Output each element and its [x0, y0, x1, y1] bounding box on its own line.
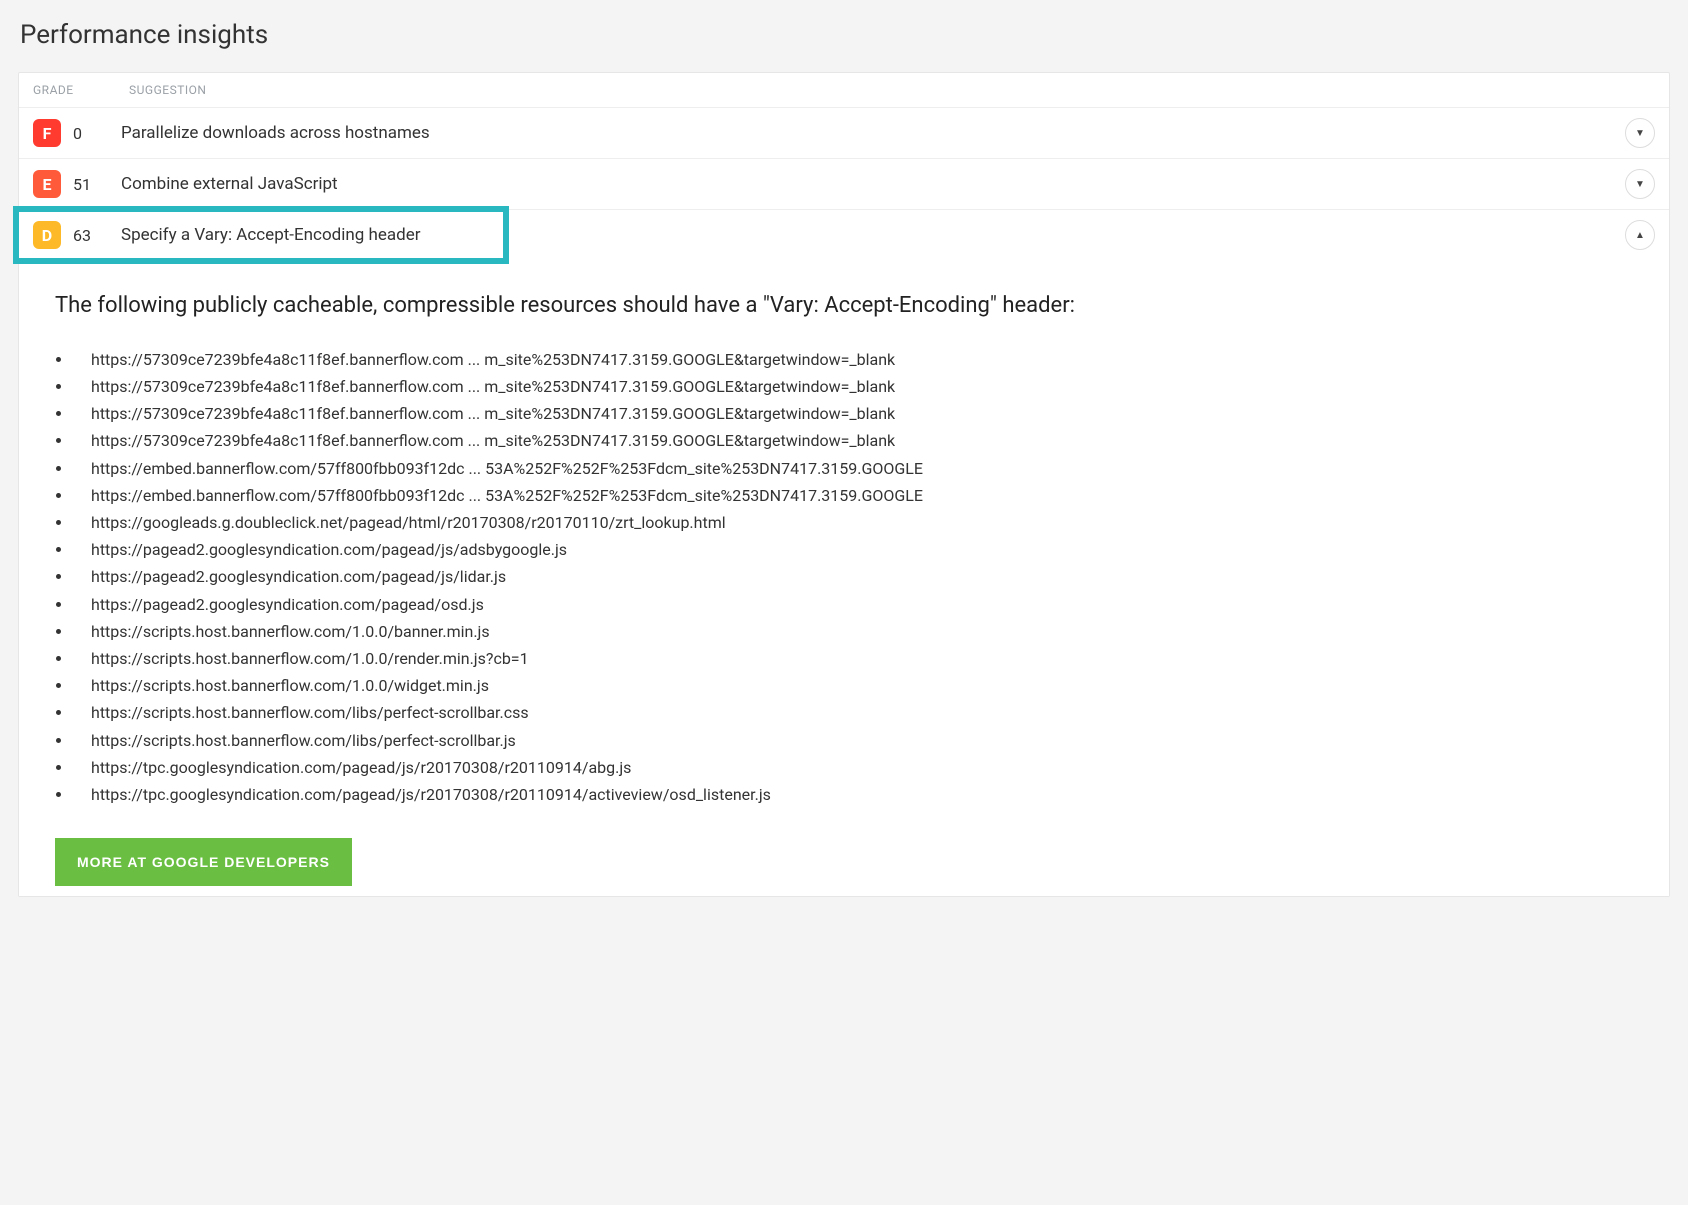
resource-item: https://57309ce7239bfe4a8c11f8ef.bannerf…: [73, 427, 1655, 454]
resource-item: https://pagead2.googlesyndication.com/pa…: [73, 563, 1655, 590]
insight-details: The following publicly cacheable, compre…: [19, 260, 1669, 896]
resource-item: https://scripts.host.bannerflow.com/1.0.…: [73, 645, 1655, 672]
grade-score: 51: [73, 175, 117, 194]
grade-chip: D: [33, 221, 61, 249]
grade-score: 63: [73, 226, 117, 245]
resource-item: https://googleads.g.doubleclick.net/page…: [73, 509, 1655, 536]
details-description: The following publicly cacheable, compre…: [55, 290, 1235, 322]
resource-item: https://tpc.googlesyndication.com/pagead…: [73, 781, 1655, 808]
chevron-down-icon[interactable]: ▼: [1625, 169, 1655, 199]
chevron-up-icon[interactable]: ▲: [1625, 220, 1655, 250]
resource-item: https://scripts.host.bannerflow.com/libs…: [73, 727, 1655, 754]
suggestion-text: Parallelize downloads across hostnames: [117, 123, 1625, 143]
resource-item: https://scripts.host.bannerflow.com/1.0.…: [73, 672, 1655, 699]
col-grade-header: GRADE: [33, 83, 129, 97]
resource-item: https://57309ce7239bfe4a8c11f8ef.bannerf…: [73, 400, 1655, 427]
page-title: Performance insights: [20, 20, 1670, 50]
grade-score: 0: [73, 124, 117, 143]
resource-item: https://57309ce7239bfe4a8c11f8ef.bannerf…: [73, 346, 1655, 373]
insights-table: GRADE SUGGESTION F0Parallelize downloads…: [18, 72, 1670, 897]
table-header: GRADE SUGGESTION: [19, 73, 1669, 108]
resource-item: https://pagead2.googlesyndication.com/pa…: [73, 536, 1655, 563]
suggestion-text: Combine external JavaScript: [117, 174, 1625, 194]
grade-chip: F: [33, 119, 61, 147]
resource-item: https://scripts.host.bannerflow.com/libs…: [73, 699, 1655, 726]
insight-row[interactable]: F0Parallelize downloads across hostnames…: [19, 108, 1669, 159]
suggestion-text: Specify a Vary: Accept-Encoding header: [117, 225, 1625, 245]
resource-item: https://embed.bannerflow.com/57ff800fbb0…: [73, 455, 1655, 482]
col-suggestion-header: SUGGESTION: [129, 83, 1655, 97]
chevron-down-icon[interactable]: ▼: [1625, 118, 1655, 148]
resource-item: https://scripts.host.bannerflow.com/1.0.…: [73, 618, 1655, 645]
insight-row[interactable]: E 51Combine external JavaScript▼: [19, 159, 1669, 210]
resource-item: https://57309ce7239bfe4a8c11f8ef.bannerf…: [73, 373, 1655, 400]
resource-item: https://pagead2.googlesyndication.com/pa…: [73, 591, 1655, 618]
resource-list: https://57309ce7239bfe4a8c11f8ef.bannerf…: [55, 346, 1655, 808]
more-at-google-developers-button[interactable]: MORE AT GOOGLE DEVELOPERS: [55, 838, 352, 886]
resource-item: https://embed.bannerflow.com/57ff800fbb0…: [73, 482, 1655, 509]
grade-chip: E: [33, 170, 61, 198]
insight-row[interactable]: D 63Specify a Vary: Accept-Encoding heade…: [19, 210, 1669, 260]
resource-item: https://tpc.googlesyndication.com/pagead…: [73, 754, 1655, 781]
